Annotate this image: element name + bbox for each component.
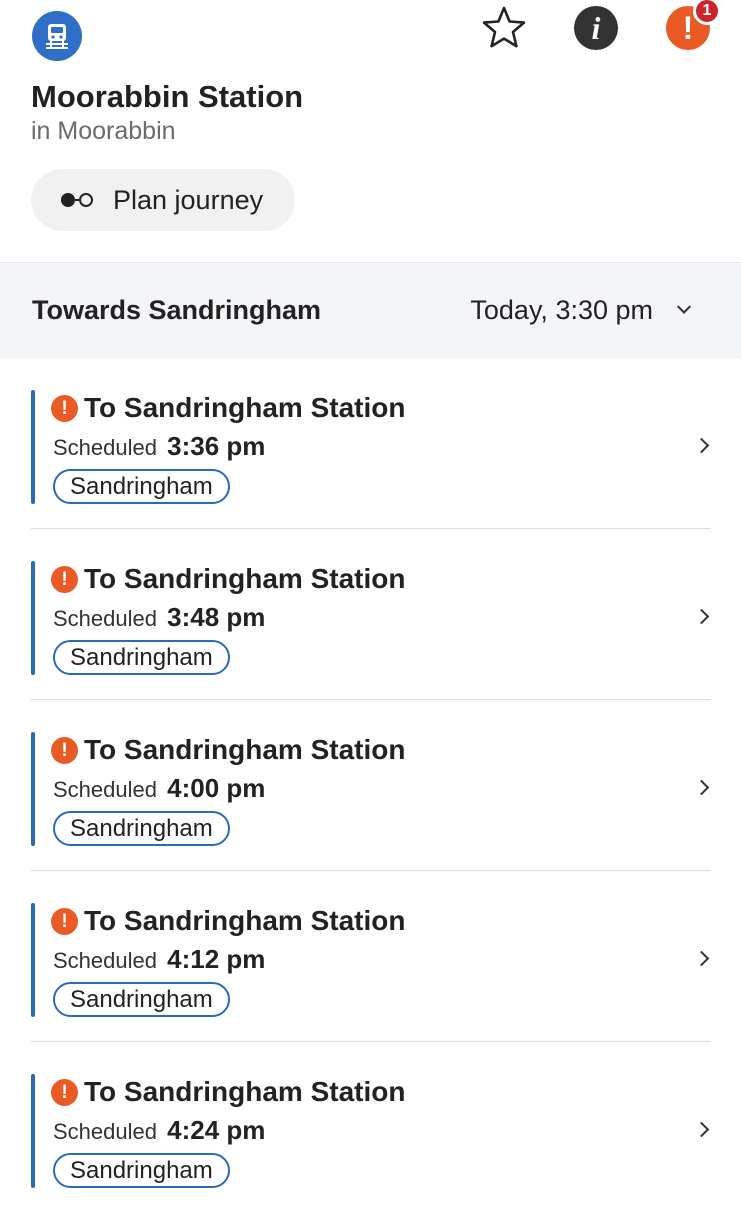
departure-list: ! To Sandringham Station Scheduled 3:36 … — [0, 358, 741, 1213]
departure-time: 4:12 pm — [167, 944, 266, 974]
scheduled-label: Scheduled — [53, 1119, 157, 1144]
line-badge: Sandringham — [53, 982, 230, 1017]
alert-count-badge: 1 — [693, 0, 721, 25]
plan-journey-button[interactable]: Plan journey — [31, 169, 296, 231]
line-color-bar — [31, 732, 35, 846]
alerts-button[interactable]: ! 1 — [663, 0, 721, 53]
time-selector[interactable]: Today, 3:30 pm — [470, 295, 692, 326]
line-badge: Sandringham — [53, 469, 230, 504]
line-color-bar — [31, 903, 35, 1017]
direction-bar: Towards Sandringham Today, 3:30 pm — [0, 262, 741, 358]
departure-row[interactable]: ! To Sandringham Station Scheduled 4:12 … — [31, 871, 711, 1042]
line-color-bar — [31, 390, 35, 504]
direction-label: Towards Sandringham — [32, 295, 322, 325]
alert-icon: ! — [51, 394, 78, 422]
station-header: i ! 1 Moorabbin Station in Moorabbin Pla… — [0, 0, 741, 262]
departure-row[interactable]: ! To Sandringham Station Scheduled 4:24 … — [31, 1042, 711, 1213]
journey-dots-icon — [61, 193, 93, 207]
departure-destination: To Sandringham Station — [84, 563, 406, 594]
departure-time: 3:36 pm — [167, 431, 266, 461]
chevron-down-icon — [676, 299, 692, 314]
star-icon[interactable] — [479, 3, 529, 53]
departure-destination: To Sandringham Station — [84, 734, 406, 765]
chevron-right-icon — [693, 1121, 710, 1138]
departure-time: 4:00 pm — [167, 773, 266, 803]
selected-time: Today, 3:30 pm — [470, 295, 653, 325]
info-icon: i — [574, 6, 618, 50]
scheduled-label: Scheduled — [53, 777, 157, 802]
train-icon — [32, 11, 82, 61]
line-color-bar — [31, 1074, 35, 1188]
departure-destination: To Sandringham Station — [84, 905, 406, 936]
alert-icon: ! — [51, 1078, 78, 1106]
line-badge: Sandringham — [53, 811, 230, 846]
info-button[interactable]: i — [571, 3, 621, 53]
scheduled-label: Scheduled — [53, 435, 157, 460]
departure-row[interactable]: ! To Sandringham Station Scheduled 3:48 … — [31, 529, 711, 700]
departure-row[interactable]: ! To Sandringham Station Scheduled 3:36 … — [31, 358, 711, 529]
chevron-right-icon — [693, 950, 710, 967]
alert-icon: ! — [51, 565, 78, 593]
scheduled-label: Scheduled — [53, 606, 157, 631]
page-title: Moorabbin Station — [31, 79, 304, 114]
plan-journey-label: Plan journey — [113, 184, 264, 215]
alert-icon: ! — [51, 736, 78, 764]
alert-icon: ! — [51, 907, 78, 935]
departure-time: 4:24 pm — [167, 1115, 266, 1145]
chevron-right-icon — [693, 437, 710, 454]
line-badge: Sandringham — [53, 1153, 230, 1188]
scheduled-label: Scheduled — [53, 948, 157, 973]
chevron-right-icon — [693, 608, 710, 625]
station-suburb: in Moorabbin — [31, 117, 176, 145]
departure-time: 3:48 pm — [167, 602, 266, 632]
departure-row[interactable]: ! To Sandringham Station Scheduled 4:00 … — [31, 700, 711, 871]
departure-destination: To Sandringham Station — [84, 1076, 406, 1107]
line-badge: Sandringham — [53, 640, 230, 675]
departure-destination: To Sandringham Station — [84, 392, 406, 423]
chevron-right-icon — [693, 779, 710, 796]
header-actions: i ! 1 — [437, 0, 721, 53]
line-color-bar — [31, 561, 35, 675]
